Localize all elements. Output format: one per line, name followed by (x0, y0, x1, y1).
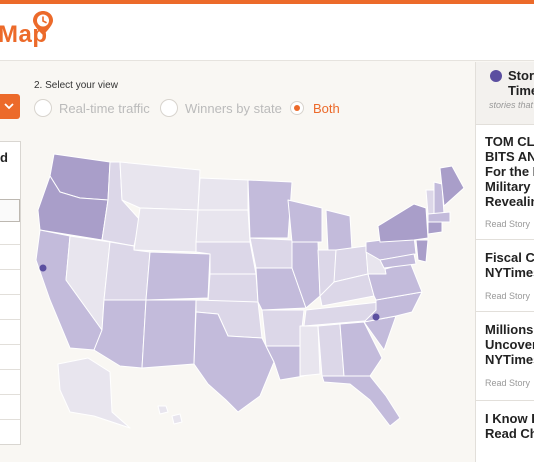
story-headline[interactable]: For the P (485, 164, 534, 179)
list-item[interactable] (0, 294, 20, 295)
story-headline[interactable]: NYTimes (485, 352, 534, 367)
list-item[interactable] (0, 244, 20, 245)
state-florida[interactable] (321, 375, 401, 427)
radio-circle (160, 99, 178, 117)
state-arkansas[interactable] (261, 309, 305, 347)
story-headline[interactable]: I Know H (485, 411, 534, 426)
state-utah[interactable] (103, 241, 151, 301)
state-north-dakota[interactable] (197, 177, 249, 211)
page-header: Map (0, 4, 534, 61)
stories-panel: Stori Time stories that TOM CLA BITS AND… (475, 62, 534, 462)
state-new-mexico[interactable] (141, 299, 197, 369)
radio-real-time-traffic[interactable]: Real-time traffic (34, 97, 150, 119)
list-item[interactable] (0, 369, 20, 370)
state-alaska[interactable] (57, 357, 131, 429)
story-headline[interactable]: Military S (485, 179, 534, 194)
state-minnesota[interactable] (247, 179, 293, 239)
stories-legend-dot (490, 70, 502, 82)
radio-circle (34, 99, 52, 117)
state-vermont[interactable] (425, 189, 435, 215)
story-headline[interactable]: Fiscal Cri (485, 250, 534, 265)
stories-panel-subtitle: stories that (489, 100, 534, 110)
map-pin-clock-icon (32, 10, 54, 41)
radio-label: Winners by state (185, 100, 282, 116)
state-south-dakota[interactable] (195, 209, 251, 243)
dropdown-button[interactable] (0, 94, 20, 119)
read-story-link[interactable]: Read Story (485, 378, 530, 388)
story-headline[interactable]: Revealin (485, 194, 534, 209)
state-maine[interactable] (439, 165, 465, 207)
story-headline[interactable]: NYTimes (485, 265, 534, 280)
left-list-heading: d (0, 150, 8, 165)
list-item[interactable] (0, 419, 20, 420)
state-new-jersey[interactable] (415, 239, 429, 263)
state-connecticut[interactable] (427, 221, 443, 235)
state-iowa[interactable] (249, 237, 293, 269)
story-headline[interactable]: BITS AND (485, 149, 534, 164)
story-card[interactable]: Fiscal Cri NYTimes Read Story (476, 240, 534, 312)
story-headline[interactable]: Uncovere (485, 337, 534, 352)
state-michigan[interactable] (325, 209, 353, 251)
list-item[interactable] (0, 394, 20, 395)
story-headline[interactable]: Read Che (485, 426, 534, 441)
us-states-map[interactable] (30, 150, 470, 435)
radio-label: Both (313, 100, 340, 116)
radio-winners-by-state[interactable]: Winners by state (160, 97, 282, 119)
radio-circle (290, 101, 304, 115)
radio-both[interactable]: Both (288, 97, 340, 119)
stories-panel-title: Stori (508, 68, 534, 83)
south-carolina-marker[interactable] (372, 313, 380, 321)
story-headline[interactable]: Millions o (485, 322, 534, 337)
story-headline[interactable]: TOM CLA (485, 134, 534, 149)
state-hawaii[interactable] (157, 405, 183, 425)
left-list-search-input[interactable] (0, 199, 20, 222)
state-colorado[interactable] (145, 251, 211, 301)
list-item[interactable] (0, 269, 20, 270)
state-wyoming[interactable] (133, 207, 199, 253)
list-item[interactable] (0, 344, 20, 345)
state-kansas[interactable] (207, 273, 259, 303)
read-story-link[interactable]: Read Story (485, 291, 530, 301)
state-montana[interactable] (119, 161, 201, 211)
read-story-link[interactable]: Read Story (485, 219, 530, 229)
story-card[interactable]: TOM CLA BITS AND For the P Military S Re… (476, 124, 534, 240)
left-list-panel (0, 141, 21, 445)
story-card[interactable]: I Know H Read Che (476, 401, 534, 462)
california-marker[interactable] (39, 264, 47, 272)
state-new-york[interactable] (377, 203, 429, 243)
view-selector-label: 2. Select your view (34, 80, 118, 91)
stories-panel-header: Stori Time stories that (476, 62, 534, 125)
state-massachusetts[interactable] (427, 211, 451, 223)
radio-label: Real-time traffic (59, 100, 150, 116)
state-mississippi[interactable] (299, 325, 321, 377)
stories-panel-title-line-2: Time (508, 83, 534, 98)
story-card[interactable]: Millions o Uncovere NYTimes Read Story (476, 312, 534, 401)
state-wisconsin[interactable] (287, 199, 323, 243)
list-item[interactable] (0, 319, 20, 320)
